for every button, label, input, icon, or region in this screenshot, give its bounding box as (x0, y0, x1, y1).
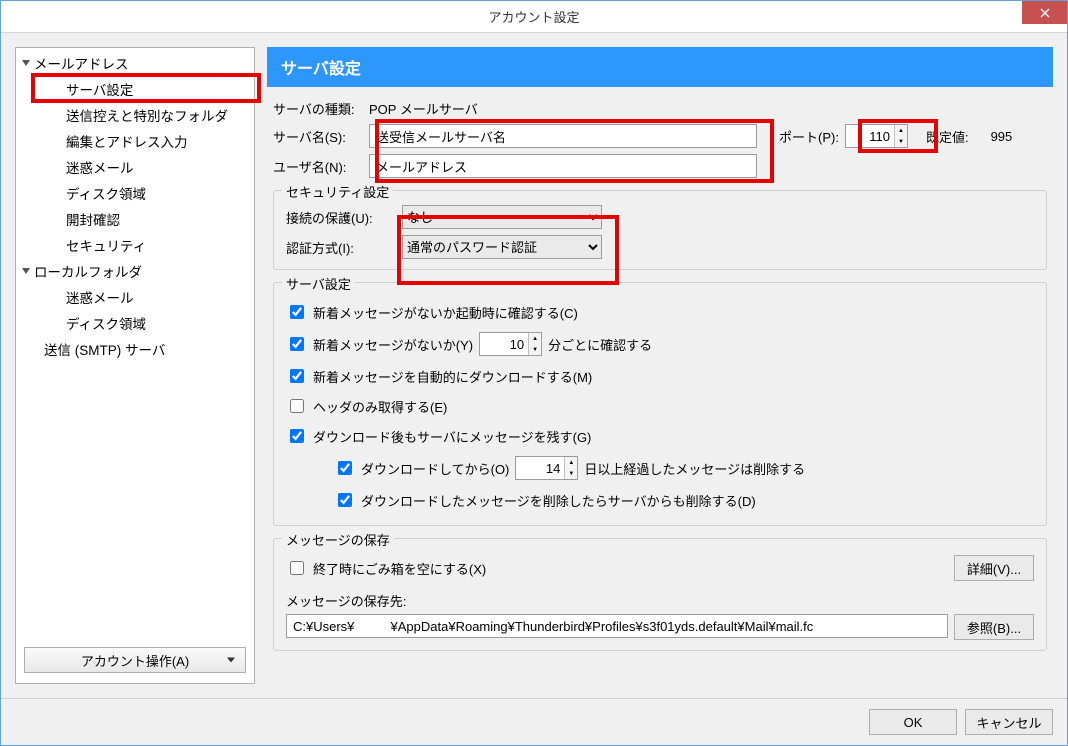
port-spinner[interactable]: ▲▼ (845, 124, 908, 148)
days-spinner[interactable]: ▲▼ (515, 456, 578, 480)
username-input[interactable] (369, 154, 757, 178)
tree-junk[interactable]: 迷惑メール (16, 156, 254, 182)
dialog-buttons: OK キャンセル (1, 698, 1067, 745)
chevron-up-icon[interactable]: ▲ (895, 125, 907, 136)
server-name-label: サーバ名(S): (273, 127, 363, 146)
close-icon (1040, 8, 1050, 18)
default-port-value: 995 (991, 129, 1013, 144)
tree-local-folders[interactable]: ローカルフォルダ (16, 260, 254, 286)
tree-composition[interactable]: 編集とアドレス入力 (16, 130, 254, 156)
tree-security[interactable]: セキュリティ (16, 234, 254, 260)
content-area: メールアドレス サーバ設定 送信控えと特別なフォルダ 編集とアドレス入力 迷惑メ… (1, 33, 1067, 698)
tree-mail-address[interactable]: メールアドレス (16, 52, 254, 78)
tree-local-junk[interactable]: 迷惑メール (16, 286, 254, 312)
storage-legend: メッセージの保存 (282, 530, 394, 549)
close-button[interactable] (1022, 1, 1067, 24)
titlebar: アカウント設定 (1, 1, 1067, 33)
chevron-down-icon[interactable]: ▼ (895, 136, 907, 147)
chk-header[interactable] (290, 399, 304, 413)
chk-startup-label: 新着メッセージがないか起動時に確認する(C) (313, 303, 578, 322)
connection-select[interactable]: なし (402, 205, 602, 229)
storage-path-label: メッセージの保存先: (286, 591, 1034, 610)
chk-leave[interactable] (290, 429, 304, 443)
chevron-down-icon[interactable]: ▼ (529, 344, 541, 355)
spinner-arrows[interactable]: ▲▼ (894, 125, 907, 147)
tree-copies-folders[interactable]: 送信控えと特別なフォルダ (16, 104, 254, 130)
tree-list: メールアドレス サーバ設定 送信控えと特別なフォルダ 編集とアドレス入力 迷惑メ… (16, 52, 254, 641)
tree-receipts[interactable]: 開封確認 (16, 208, 254, 234)
connection-label: 接続の保護(U): (286, 208, 396, 227)
chevron-up-icon[interactable]: ▲ (565, 457, 577, 468)
chevron-up-icon[interactable]: ▲ (529, 333, 541, 344)
tree-disk[interactable]: ディスク領域 (16, 182, 254, 208)
storage-path-input[interactable] (286, 614, 948, 638)
advanced-button[interactable]: 詳細(V)... (954, 555, 1034, 581)
account-tree: メールアドレス サーバ設定 送信控えと特別なフォルダ 編集とアドレス入力 迷惑メ… (15, 47, 255, 684)
chk-startup[interactable] (290, 305, 304, 319)
tree-server-settings[interactable]: サーバ設定 (16, 78, 254, 104)
tree-local-disk[interactable]: ディスク領域 (16, 312, 254, 338)
browse-button[interactable]: 参照(B)... (954, 614, 1034, 640)
window-title: アカウント設定 (488, 7, 579, 26)
chk-remove-label: ダウンロードしたメッセージを削除したらサーバからも削除する(D) (361, 491, 756, 510)
server-name-input[interactable] (369, 124, 757, 148)
chk-header-label: ヘッダのみ取得する(E) (313, 397, 447, 416)
chk-days-pre: ダウンロードしてから(O) (361, 459, 509, 478)
auth-select[interactable]: 通常のパスワード認証 (402, 235, 602, 259)
panel-body: サーバの種類: POP メールサーバ サーバ名(S): ポート(P): ▲▼ 既… (267, 87, 1053, 684)
ok-button[interactable]: OK (869, 709, 957, 735)
security-fieldset: セキュリティ設定 接続の保護(U): なし 認証方式(I): 通常のパスワード認… (273, 190, 1047, 270)
server-type-label: サーバの種類: (273, 99, 363, 118)
cancel-button[interactable]: キャンセル (965, 709, 1053, 735)
chk-empty-trash-label: 終了時にごみ箱を空にする(X) (313, 559, 486, 578)
interval-spinner[interactable]: ▲▼ (479, 332, 542, 356)
default-port-label: 既定値: (926, 127, 969, 146)
interval-input[interactable] (480, 333, 528, 355)
storage-fieldset: メッセージの保存 終了時にごみ箱を空にする(X) 詳細(V)... メッセージの… (273, 538, 1047, 651)
chk-remove[interactable] (338, 493, 352, 507)
security-legend: セキュリティ設定 (282, 182, 393, 201)
chk-interval[interactable] (290, 337, 304, 351)
chk-days[interactable] (338, 461, 352, 475)
chk-empty-trash[interactable] (290, 561, 304, 575)
server-fieldset: サーバ設定 新着メッセージがないか起動時に確認する(C) 新着メッセージがないか… (273, 282, 1047, 526)
port-input[interactable] (846, 125, 894, 147)
auth-label: 認証方式(I): (286, 238, 396, 257)
username-label: ユーザ名(N): (273, 157, 363, 176)
chk-autodl[interactable] (290, 369, 304, 383)
chk-leave-label: ダウンロード後もサーバにメッセージを残す(G) (313, 427, 591, 446)
days-input[interactable] (516, 457, 564, 479)
server-type-value: POP メールサーバ (369, 99, 478, 118)
account-settings-window: アカウント設定 メールアドレス サーバ設定 送信控えと特別なフォルダ 編集とアド… (0, 0, 1068, 746)
server-legend: サーバ設定 (282, 274, 355, 293)
panel-header: サーバ設定 (267, 47, 1053, 87)
port-label: ポート(P): (779, 127, 839, 146)
tree-smtp[interactable]: 送信 (SMTP) サーバ (16, 338, 254, 364)
account-actions-button[interactable]: アカウント操作(A) (24, 647, 246, 673)
main-panel: サーバ設定 サーバの種類: POP メールサーバ サーバ名(S): ポート(P)… (267, 47, 1053, 684)
chk-autodl-label: 新着メッセージを自動的にダウンロードする(M) (313, 367, 592, 386)
chk-interval-pre: 新着メッセージがないか(Y) (313, 335, 473, 354)
chk-days-post: 日以上経過したメッセージは削除する (584, 459, 805, 478)
chevron-down-icon[interactable]: ▼ (565, 468, 577, 479)
chk-interval-post: 分ごとに確認する (548, 335, 652, 354)
